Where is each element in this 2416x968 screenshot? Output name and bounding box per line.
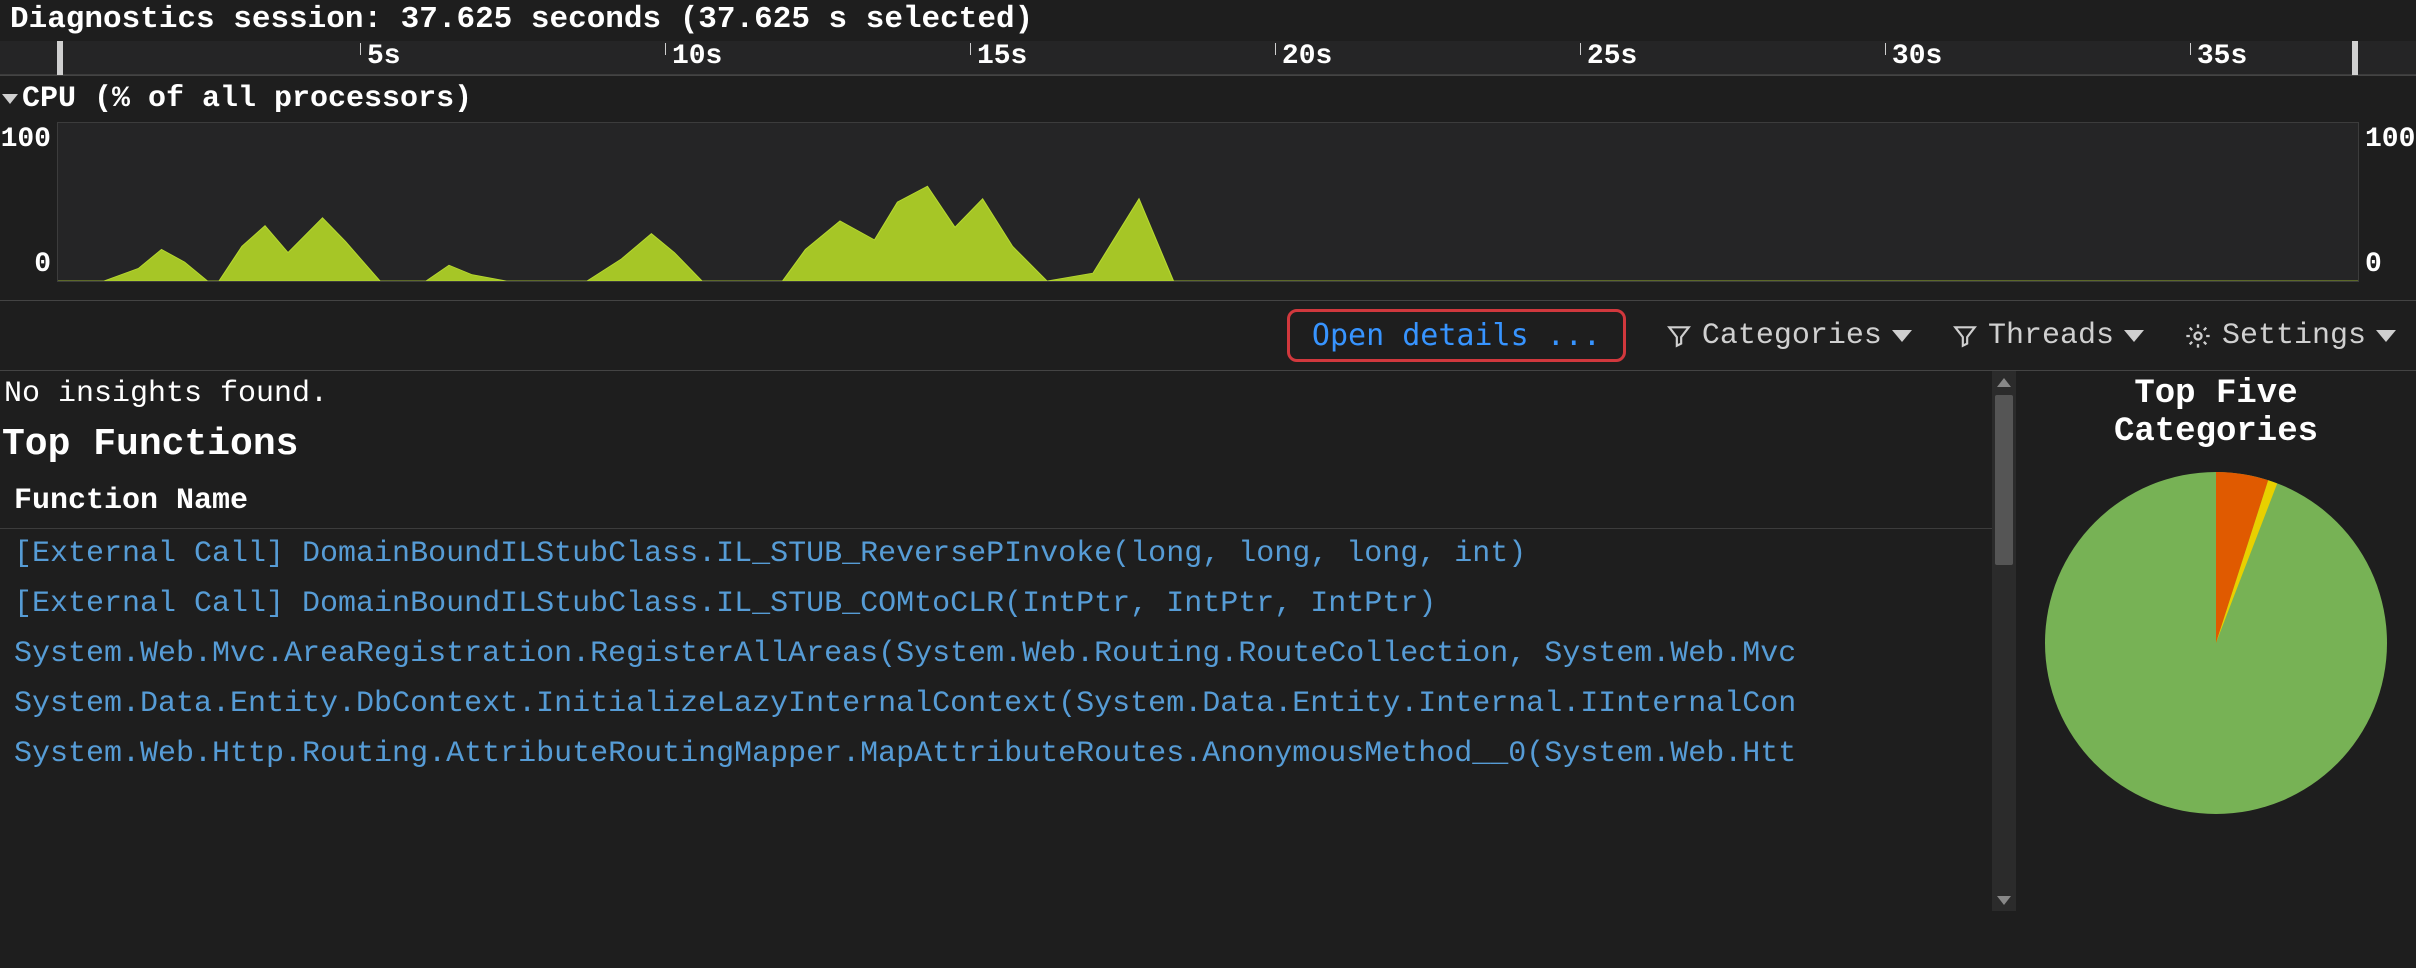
ruler-tick: 20s [1275,41,1332,74]
categories-label: Categories [1702,319,1882,353]
insights-text: No insights found. [0,371,1992,419]
cpu-axis-right: 100 0 [2359,122,2416,282]
chevron-down-icon [2124,330,2144,342]
filter-icon [1952,323,1978,349]
top-categories-title-1: Top Five [2134,375,2297,413]
scroll-up-button[interactable] [1992,371,2016,393]
settings-label: Settings [2222,319,2366,353]
ruler-tick: 25s [1580,41,1637,74]
ruler-tick: 15s [970,41,1027,74]
functions-pane: No insights found. Top Functions Functio… [0,371,2016,911]
scroll-thumb[interactable] [1995,395,2013,565]
cpu-axis-max-right: 100 [2365,124,2415,155]
cpu-axis-min-right: 0 [2365,249,2382,280]
function-row[interactable]: System.Web.Http.Routing.AttributeRouting… [0,729,1992,779]
scroll-down-button[interactable] [1992,889,2016,911]
cpu-label-text: CPU (% of all processors) [22,82,472,116]
timeline-handle-right[interactable] [2352,41,2358,75]
cpu-axis-max: 100 [1,124,51,155]
function-row[interactable]: System.Web.Mvc.AreaRegistration.Register… [0,629,1992,679]
ruler-tick: 30s [1885,41,1942,74]
ruler-tick: 35s [2190,41,2247,74]
chevron-down-icon [2376,330,2396,342]
settings-dropdown[interactable]: Settings [2184,319,2396,353]
pie-chart [2036,463,2396,832]
function-row[interactable]: [External Call] DomainBoundILStubClass.I… [0,529,1992,579]
threads-dropdown[interactable]: Threads [1952,319,2144,353]
cpu-sparkline [58,123,2358,281]
ruler-tick: 10s [665,41,722,74]
top-functions-title: Top Functions [0,419,1992,476]
cpu-graph[interactable] [57,122,2359,282]
open-details-button[interactable]: Open details ... [1287,309,1626,362]
threads-label: Threads [1988,319,2114,353]
categories-dropdown[interactable]: Categories [1666,319,1912,353]
timeline-ruler[interactable]: 5s 10s 15s 20s 25s 30s 35s [0,41,2416,75]
toolbar: Open details ... Categories Threads Sett… [0,300,2416,371]
chevron-down-icon [1892,330,1912,342]
cpu-section-label[interactable]: CPU (% of all processors) [0,76,2416,122]
function-row[interactable]: [External Call] DomainBoundILStubClass.I… [0,579,1992,629]
filter-icon [1666,323,1692,349]
session-header: Diagnostics session: 37.625 seconds (37.… [0,0,2416,41]
collapse-icon [2,94,18,104]
function-row[interactable]: System.Data.Entity.DbContext.InitializeL… [0,679,1992,729]
gear-icon [2184,322,2212,350]
column-header-function-name[interactable]: Function Name [0,476,1992,529]
ruler-tick: 5s [360,41,401,74]
cpu-axis-min: 0 [34,249,51,280]
timeline-handle-left[interactable] [57,41,63,75]
top-categories-pane: Top Five Categories [2016,371,2416,911]
cpu-axis-left: 100 0 [0,122,57,282]
scrollbar-vertical[interactable] [1992,371,2016,911]
top-categories-title-2: Categories [2114,413,2318,451]
